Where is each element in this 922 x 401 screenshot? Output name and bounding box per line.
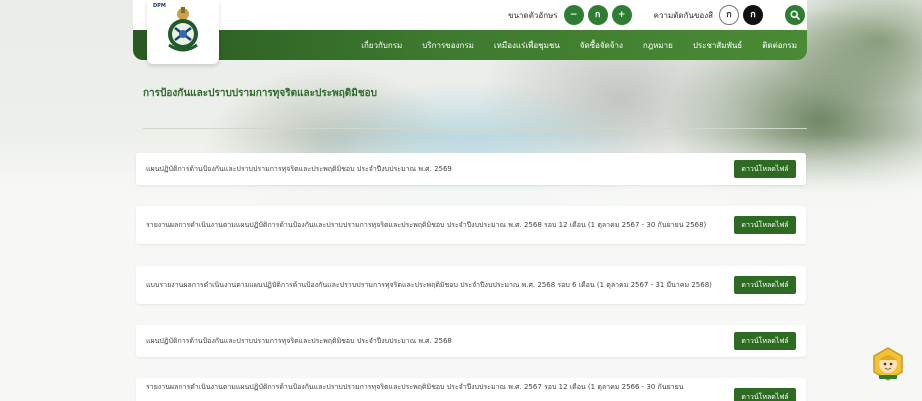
mascot-helper[interactable]	[870, 346, 906, 382]
download-button[interactable]: ดาวน์โหลดไฟล์	[734, 332, 796, 350]
document-row: แผนปฏิบัติการด้านป้องกันและปราบปรามการทุ…	[136, 325, 806, 357]
nav-item-pr[interactable]: ประชาสัมพันธ์	[693, 39, 742, 52]
contrast-dark-button[interactable]: ก	[743, 5, 763, 25]
nav-item-law[interactable]: กฎหมาย	[643, 39, 673, 52]
accessibility-tools: ขนาดตัวอักษร − ก + ความตัดกันของสี ก ก	[508, 5, 805, 25]
document-row: แผนปฏิบัติการด้านป้องกันและปราบปรามการทุ…	[136, 153, 806, 185]
contrast-label: ความตัดกันของสี	[653, 10, 713, 20]
nav-items: เกี่ยวกับกรม บริการของกรม เหมืองแร่เพื่อ…	[361, 30, 797, 60]
nav-item-about[interactable]: เกี่ยวกับกรม	[361, 39, 402, 52]
nav-item-procurement[interactable]: จัดซื้อจัดจ้าง	[580, 39, 623, 52]
title-divider	[143, 128, 807, 129]
download-button[interactable]: ดาวน์โหลดไฟล์	[734, 160, 796, 178]
download-button[interactable]: ดาวน์โหลดไฟล์	[734, 388, 796, 401]
document-title: แบบรายงานผลการดำเนินงานตามแผนปฏิบัติการด…	[146, 280, 712, 289]
font-increase-button[interactable]: +	[611, 5, 632, 25]
nav-item-services[interactable]: บริการของกรม	[422, 39, 474, 52]
document-title: รายงานผลการดำเนินงานตามแผนปฏิบัติการด้าน…	[146, 220, 707, 229]
header-top-bar: ขนาดตัวอักษร − ก + ความตัดกันของสี ก ก	[133, 0, 807, 30]
document-title: แผนปฏิบัติการด้านป้องกันและปราบปรามการทุ…	[146, 336, 452, 345]
document-row: แบบรายงานผลการดำเนินงานตามแผนปฏิบัติการด…	[136, 266, 806, 304]
download-button[interactable]: ดาวน์โหลดไฟล์	[734, 276, 796, 294]
mascot-icon	[873, 347, 903, 381]
contrast-normal-button[interactable]: ก	[719, 5, 739, 25]
dpm-logo[interactable]: DPM	[147, 0, 219, 64]
page-title: การป้องกันและปราบปรามการทุจริตและประพฤติ…	[143, 88, 377, 99]
dpm-emblem-icon	[168, 7, 198, 52]
page-container: ขนาดตัวอักษร − ก + ความตัดกันของสี ก ก เ…	[133, 0, 807, 401]
font-size-label: ขนาดตัวอักษร	[508, 10, 558, 20]
search-button[interactable]	[785, 5, 805, 25]
font-decrease-button[interactable]: −	[563, 5, 584, 25]
nav-item-contact[interactable]: ติดต่อกรม	[762, 39, 797, 52]
document-row: รายงานผลการดำเนินงานตามแผนปฏิบัติการด้าน…	[136, 206, 806, 244]
nav-item-community-mining[interactable]: เหมืองแร่เพื่อชุมชน	[494, 39, 560, 52]
document-title: แผนปฏิบัติการด้านป้องกันและปราบปรามการทุ…	[146, 164, 452, 173]
document-row: รายงานผลการดำเนินงานตามแผนปฏิบัติการด้าน…	[136, 378, 806, 401]
document-title: รายงานผลการดำเนินงานตามแผนปฏิบัติการด้าน…	[146, 383, 684, 391]
main-nav: เกี่ยวกับกรม บริการของกรม เหมืองแร่เพื่อ…	[133, 30, 807, 60]
search-icon	[790, 10, 800, 20]
font-normal-button[interactable]: ก	[587, 5, 608, 25]
download-button[interactable]: ดาวน์โหลดไฟล์	[734, 216, 796, 234]
